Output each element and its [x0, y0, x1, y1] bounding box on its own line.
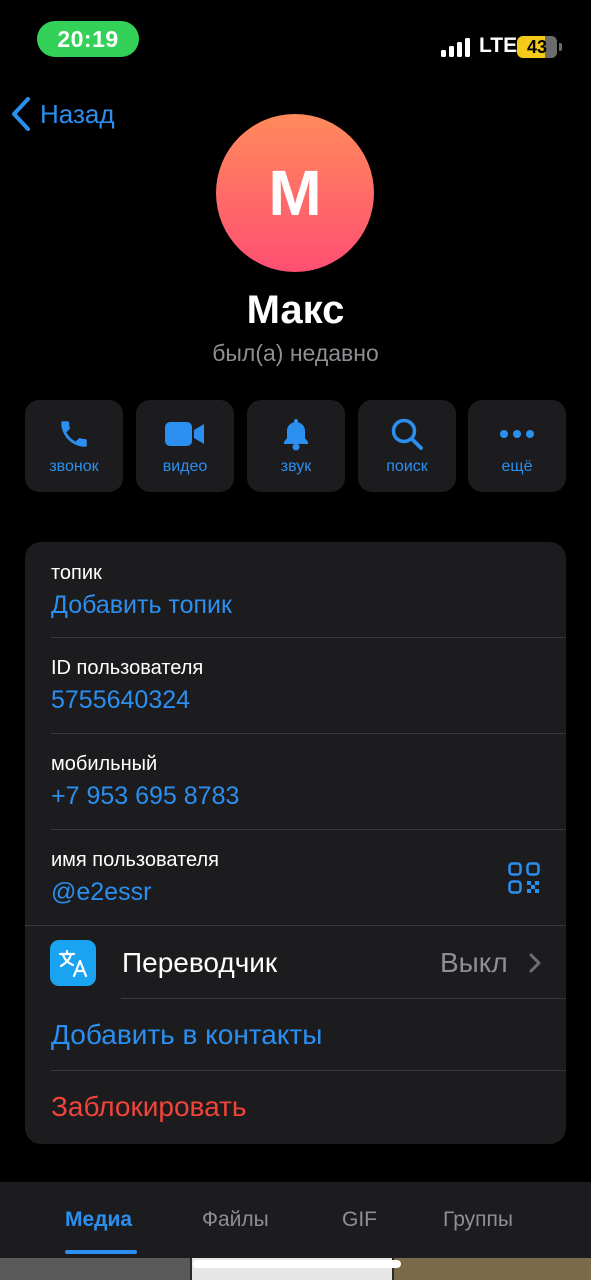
battery-icon: 43	[517, 36, 557, 58]
block-button[interactable]: Заблокировать	[51, 1091, 246, 1123]
translator-row[interactable]: Переводчик Выкл	[25, 926, 566, 998]
signal-icon	[441, 37, 473, 57]
last-seen-status: был(а) недавно	[212, 340, 379, 366]
status-time[interactable]: 20:19	[37, 21, 139, 57]
translator-value: Выкл	[440, 947, 508, 978]
divider	[51, 637, 566, 638]
call-button[interactable]: звонок	[25, 400, 123, 492]
active-tab-indicator	[65, 1250, 137, 1254]
mobile-label: мобильный	[51, 753, 158, 775]
search-icon	[358, 417, 456, 451]
tab-media[interactable]: Медиа	[65, 1208, 132, 1232]
video-label: видео	[162, 458, 208, 475]
media-thumbnail[interactable]	[394, 1258, 591, 1280]
media-thumbnail[interactable]	[0, 1258, 190, 1280]
username-value[interactable]: @e2essr	[51, 878, 151, 907]
more-icon	[468, 417, 566, 451]
bell-icon	[247, 417, 345, 451]
tab-groups[interactable]: Группы	[443, 1208, 513, 1232]
action-bar: звонок видео звук поиск ещё	[25, 400, 566, 492]
user-id-value[interactable]: 5755640324	[51, 686, 190, 715]
more-label: ещё	[501, 458, 533, 475]
battery-level: 43	[526, 37, 548, 57]
back-button[interactable]: Назад	[10, 94, 115, 134]
status-bar: 20:19 LTE 43	[0, 0, 591, 80]
translator-label: Переводчик	[122, 947, 278, 978]
network-type: LTE	[479, 34, 518, 57]
divider	[51, 829, 566, 830]
translate-icon	[50, 940, 96, 986]
back-label: Назад	[40, 98, 115, 129]
home-indicator	[193, 1260, 401, 1268]
tab-gif[interactable]: GIF	[342, 1208, 377, 1232]
chevron-left-icon	[12, 97, 30, 131]
tab-files[interactable]: Файлы	[202, 1208, 269, 1232]
video-icon	[136, 417, 234, 451]
username-label: имя пользователя	[51, 849, 219, 871]
mobile-value[interactable]: +7 953 695 8783	[51, 782, 239, 811]
topic-label: топик	[51, 562, 102, 584]
video-button[interactable]: видео	[136, 400, 234, 492]
mute-button[interactable]: звук	[247, 400, 345, 492]
contact-name: Макс	[246, 288, 345, 332]
call-label: звонок	[49, 458, 99, 475]
divider	[121, 998, 566, 999]
search-button[interactable]: поиск	[358, 400, 456, 492]
qr-code-icon[interactable]	[508, 862, 540, 894]
info-card: топик Добавить топик ID пользователя 575…	[25, 542, 566, 1144]
mute-label: звук	[280, 458, 312, 475]
phone-icon	[25, 417, 123, 451]
more-button[interactable]: ещё	[468, 400, 566, 492]
avatar[interactable]: М	[216, 114, 374, 272]
chevron-right-icon	[529, 953, 541, 973]
divider	[51, 1070, 566, 1071]
divider	[51, 733, 566, 734]
add-topic-link[interactable]: Добавить топик	[51, 591, 232, 620]
user-id-label: ID пользователя	[51, 657, 204, 679]
battery-tip	[559, 43, 562, 51]
search-label: поиск	[386, 458, 428, 475]
add-to-contacts-button[interactable]: Добавить в контакты	[51, 1019, 322, 1051]
